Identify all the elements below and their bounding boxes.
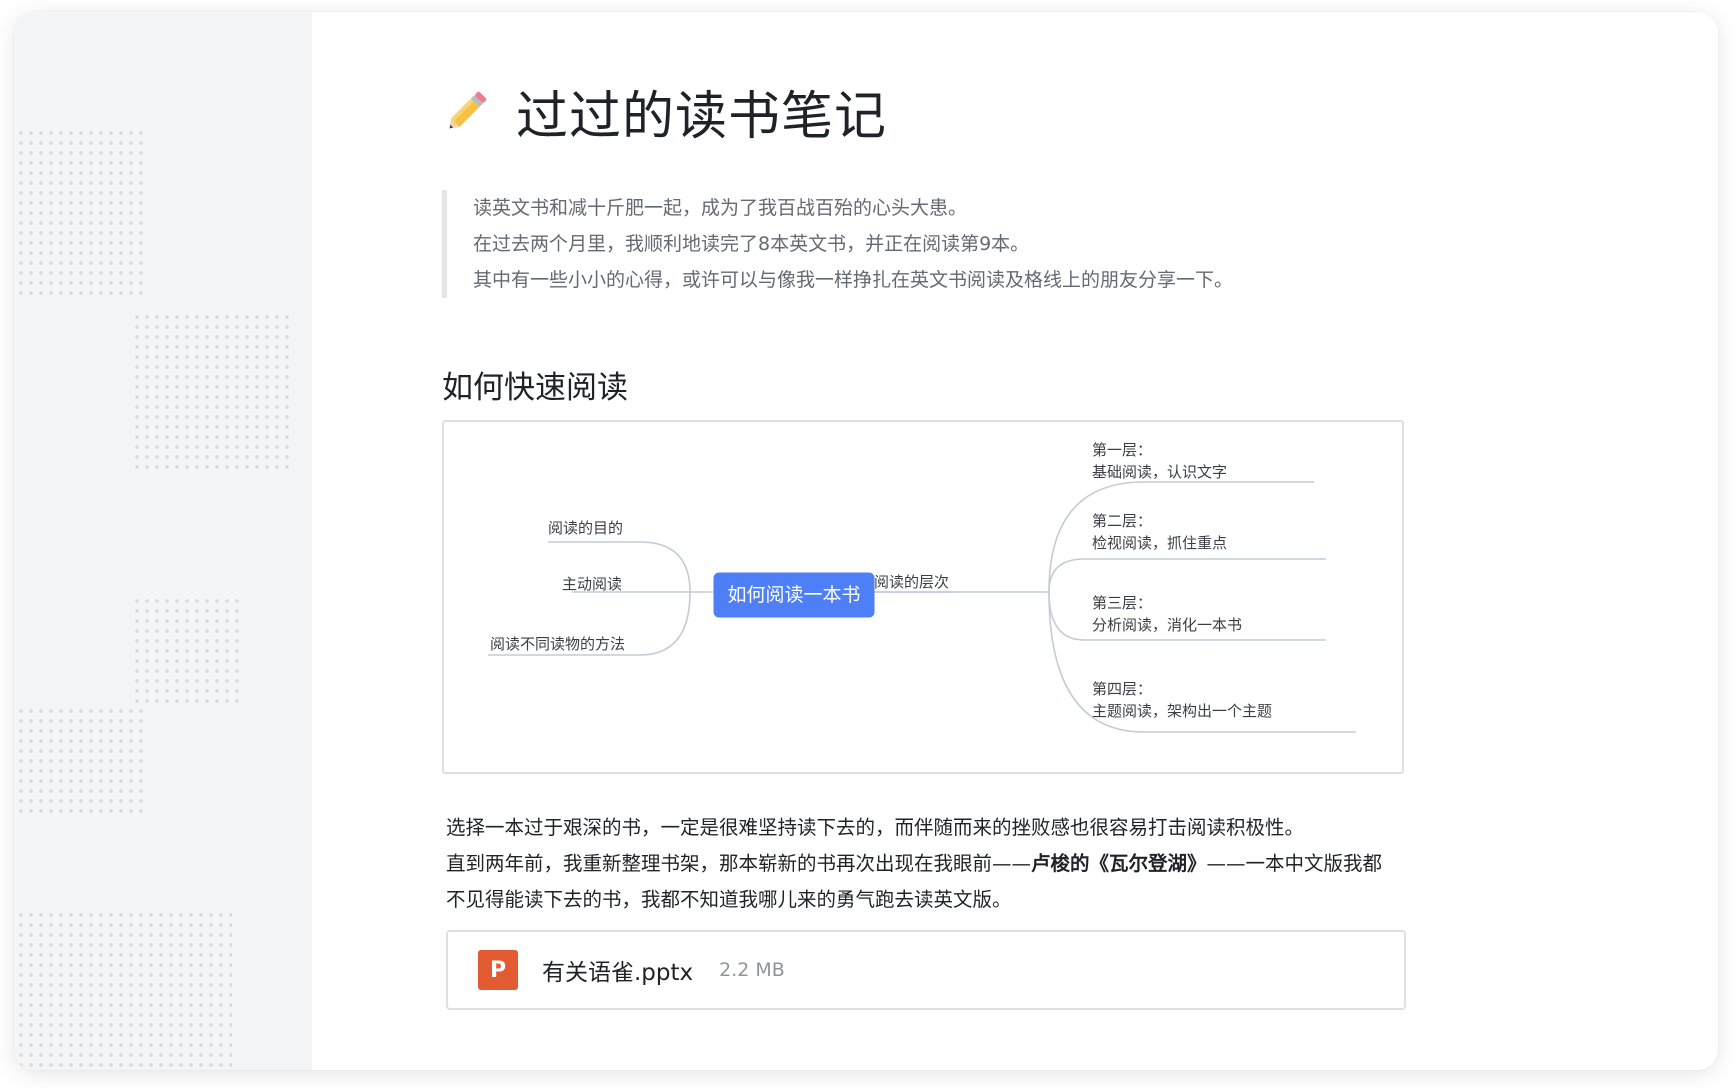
mindmap-node-left: 阅读的目的 [548,520,623,537]
mindmap-level-title: 第四层： [1092,680,1152,698]
file-size: 2.2 MB [719,959,785,981]
paragraph-line: 不见得能读下去的书，我都不知道我哪儿来的勇气跑去读英文版。 [446,888,1012,911]
paragraph-text: ——一本中文版我都 [1206,852,1383,875]
document-content: 过过的读书笔记 读英文书和减十斤肥一起，成为了我百战百殆的心头大患。 在过去两个… [312,12,1718,1070]
mindmap-level-title: 第三层： [1092,594,1152,612]
dot-pattern [16,910,232,1070]
paragraph-text: 直到两年前，我重新整理书架，那本崭新的书再次出现在我眼前—— [446,852,1032,875]
dot-pattern [132,596,244,708]
body-paragraph: 选择一本过于艰深的书，一定是很难坚持读下去的，而伴随而来的挫败感也很容易打击阅读… [446,810,1426,918]
pptx-file-icon: P [478,950,518,990]
mindmap-node-branch: 阅读的层次 [874,574,949,591]
mindmap-node-left: 阅读不同读物的方法 [490,636,625,653]
bold-book-title: 卢梭的《瓦尔登湖》 [1031,852,1207,875]
section-heading: 如何快速阅读 [442,370,628,406]
mindmap-level-desc: 检视阅读，抓住重点 [1092,535,1227,552]
mindmap-connector [1048,558,1326,593]
page-title: 过过的读书笔记 [442,74,887,149]
mindmap-diagram: 如何阅读一本书 阅读的目的 主动阅读 阅读不同读物的方法 阅读的层次 第一层： … [488,441,1356,733]
mindmap-board[interactable]: 如何阅读一本书 阅读的目的 主动阅读 阅读不同读物的方法 阅读的层次 第一层： … [442,420,1404,774]
mindmap-level-desc: 主题阅读，架构出一个主题 [1092,703,1272,720]
paragraph-line: 选择一本过于艰深的书，一定是很难坚持读下去的，而伴随而来的挫败感也很容易打击阅读… [446,816,1305,839]
file-name[interactable]: 有关语雀.pptx [542,953,693,987]
mindmap-level-title: 第一层： [1092,441,1152,459]
quote-line: 其中有一些小小的心得，或许可以与像我一样挣扎在英文书阅读及格线上的朋友分享一下。 [473,269,1234,291]
mindmap-node-left: 主动阅读 [562,576,622,593]
mindmap-level-title: 第二层： [1092,512,1152,530]
dot-pattern [16,706,144,818]
intro-quote: 读英文书和减十斤肥一起，成为了我百战百殆的心头大患。 在过去两个月里，我顺利地读… [442,190,1353,298]
file-attachment[interactable]: P 有关语雀.pptx 2.2 MB [446,930,1406,1010]
quote-line: 在过去两个月里，我顺利地读完了8本英文书，并正在阅读第9本。 [473,233,1030,255]
pencil-icon [442,84,494,140]
mindmap-level-desc: 基础阅读，认识文字 [1092,464,1227,481]
page-title-text: 过过的读书笔记 [516,87,888,147]
mindmap-center-label: 如何阅读一本书 [727,584,860,606]
quote-line: 读英文书和减十斤肥一起，成为了我百战百殆的心头大患。 [473,197,968,219]
dot-pattern [16,128,144,296]
app-window: 过过的读书笔记 读英文书和减十斤肥一起，成为了我百战百殆的心头大患。 在过去两个… [14,12,1718,1070]
mindmap-level-desc: 分析阅读，消化一本书 [1092,617,1242,634]
dot-pattern [132,312,294,474]
sidebar [14,12,312,1070]
paragraph-line: 直到两年前，我重新整理书架，那本崭新的书再次出现在我眼前——卢梭的《瓦尔登湖》—… [446,846,1426,882]
